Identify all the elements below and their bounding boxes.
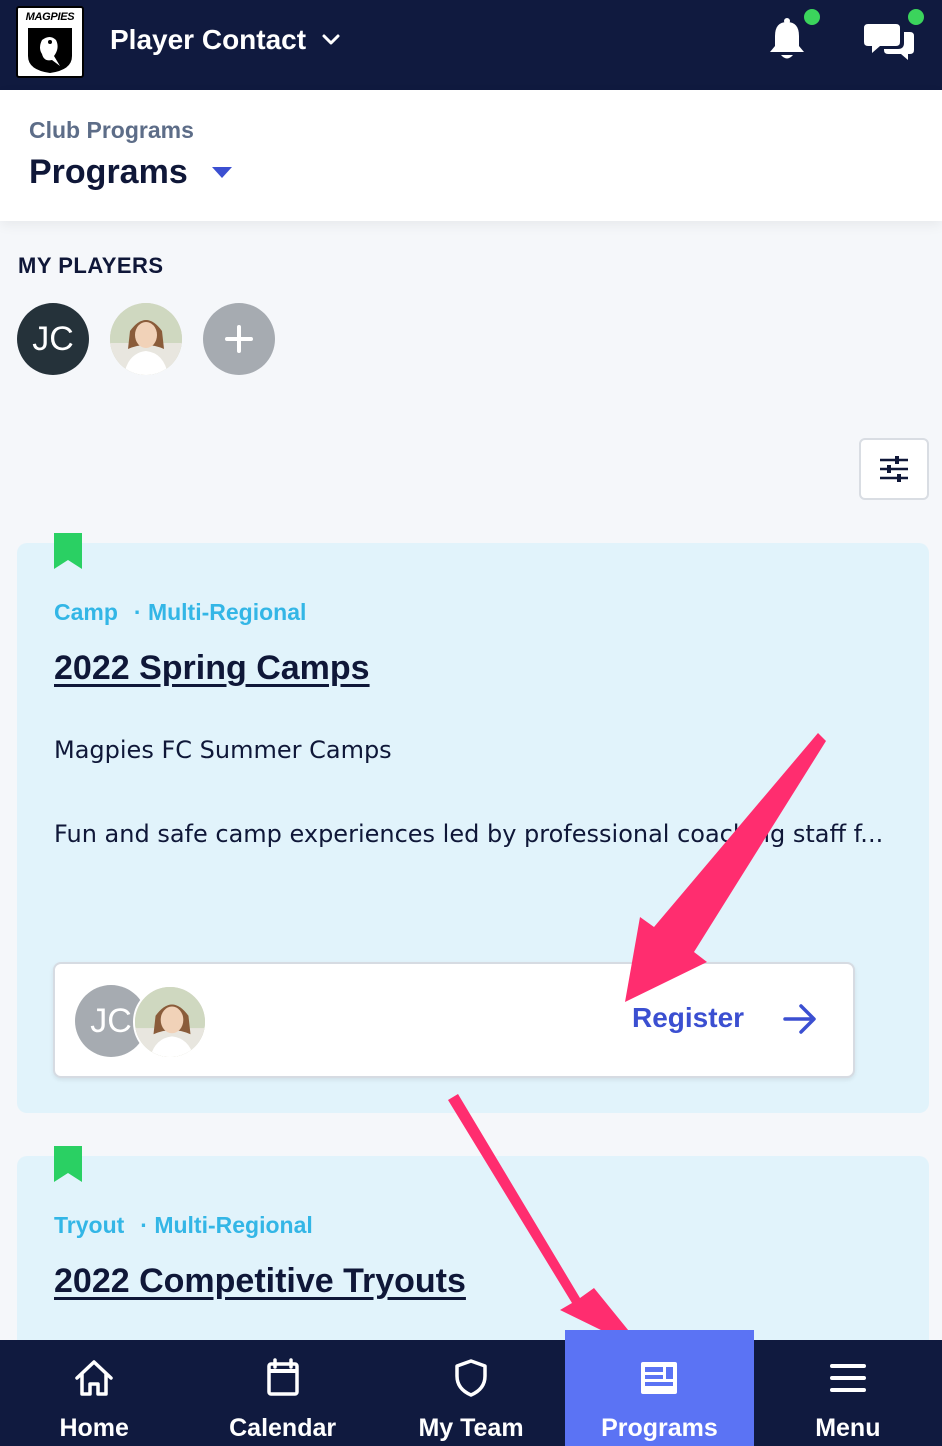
filter-button[interactable] xyxy=(859,438,929,500)
program-tags: Tryout · Multi-Regional xyxy=(54,1212,313,1239)
programs-dropdown[interactable]: Programs xyxy=(29,153,232,192)
notification-dot xyxy=(801,6,823,28)
program-region: · Multi-Regional xyxy=(133,599,307,625)
player-photo xyxy=(135,987,205,1057)
team-selector[interactable]: Player Contact xyxy=(110,24,342,56)
program-type: Tryout xyxy=(54,1212,125,1238)
bell-icon[interactable] xyxy=(766,18,808,64)
avatar xyxy=(133,985,207,1059)
programs-icon xyxy=(641,1362,678,1394)
register-label: Register xyxy=(632,1002,745,1033)
nav-label: Menu xyxy=(815,1414,881,1442)
description-line: Magpies FC Summer Camps xyxy=(54,736,392,764)
magpie-icon xyxy=(28,28,72,73)
breadcrumb[interactable]: Club Programs xyxy=(29,117,194,144)
player-avatar-photo[interactable] xyxy=(110,303,182,375)
program-title[interactable]: 2022 Spring Camps xyxy=(54,649,370,688)
player-photo xyxy=(110,303,182,375)
program-description: Magpies FC Summer Camps Fun and safe cam… xyxy=(54,729,904,855)
nav-programs[interactable]: Programs xyxy=(565,1330,754,1446)
plus-icon xyxy=(225,325,253,353)
description-line: Fun and safe camp experiences led by pro… xyxy=(54,820,884,848)
nav-label: Calendar xyxy=(229,1414,337,1442)
add-player-button[interactable] xyxy=(203,303,275,375)
program-region: · Multi-Regional xyxy=(140,1212,313,1238)
nav-my-team[interactable]: My Team xyxy=(377,1340,565,1446)
page-header: Club Programs Programs xyxy=(0,90,942,221)
sliders-icon xyxy=(880,456,908,482)
caret-down-icon xyxy=(211,167,232,178)
club-logo[interactable]: MAGPIES xyxy=(16,6,84,78)
nav-label: Programs xyxy=(601,1414,718,1442)
chevron-down-icon xyxy=(322,34,340,45)
nav-calendar[interactable]: Calendar xyxy=(188,1340,376,1446)
bookmark-icon[interactable] xyxy=(54,1146,82,1182)
shield-icon xyxy=(455,1359,487,1397)
nav-home[interactable]: Home xyxy=(0,1340,188,1446)
player-avatar-jc[interactable]: JC xyxy=(17,303,89,375)
avatar-initials: JC xyxy=(90,1001,132,1040)
app-title: Player Contact xyxy=(110,24,307,55)
top-bar: MAGPIES Player Contact xyxy=(0,0,942,90)
program-type: Camp xyxy=(54,599,118,625)
register-button[interactable]: JC Register xyxy=(53,962,855,1078)
calendar-icon xyxy=(266,1358,299,1396)
avatar-initials: JC xyxy=(32,319,74,358)
message-dot xyxy=(905,6,927,28)
my-players-label: MY PLAYERS xyxy=(18,253,164,278)
program-tags: Camp · Multi-Regional xyxy=(54,599,306,626)
bottom-nav: Home Calendar My Team Programs Menu xyxy=(0,1330,942,1446)
nav-label: My Team xyxy=(418,1414,524,1442)
nav-menu[interactable]: Menu xyxy=(754,1340,942,1446)
arrow-right-icon xyxy=(783,1004,816,1034)
logo-text: MAGPIES xyxy=(25,11,75,23)
program-title[interactable]: 2022 Competitive Tryouts xyxy=(54,1262,466,1301)
page-title: Programs xyxy=(29,153,188,191)
menu-icon xyxy=(829,1364,866,1392)
program-card: Camp · Multi-Regional 2022 Spring Camps … xyxy=(17,533,929,1113)
nav-label: Home xyxy=(59,1414,129,1442)
bookmark-icon[interactable] xyxy=(54,533,82,569)
home-icon xyxy=(75,1360,113,1396)
